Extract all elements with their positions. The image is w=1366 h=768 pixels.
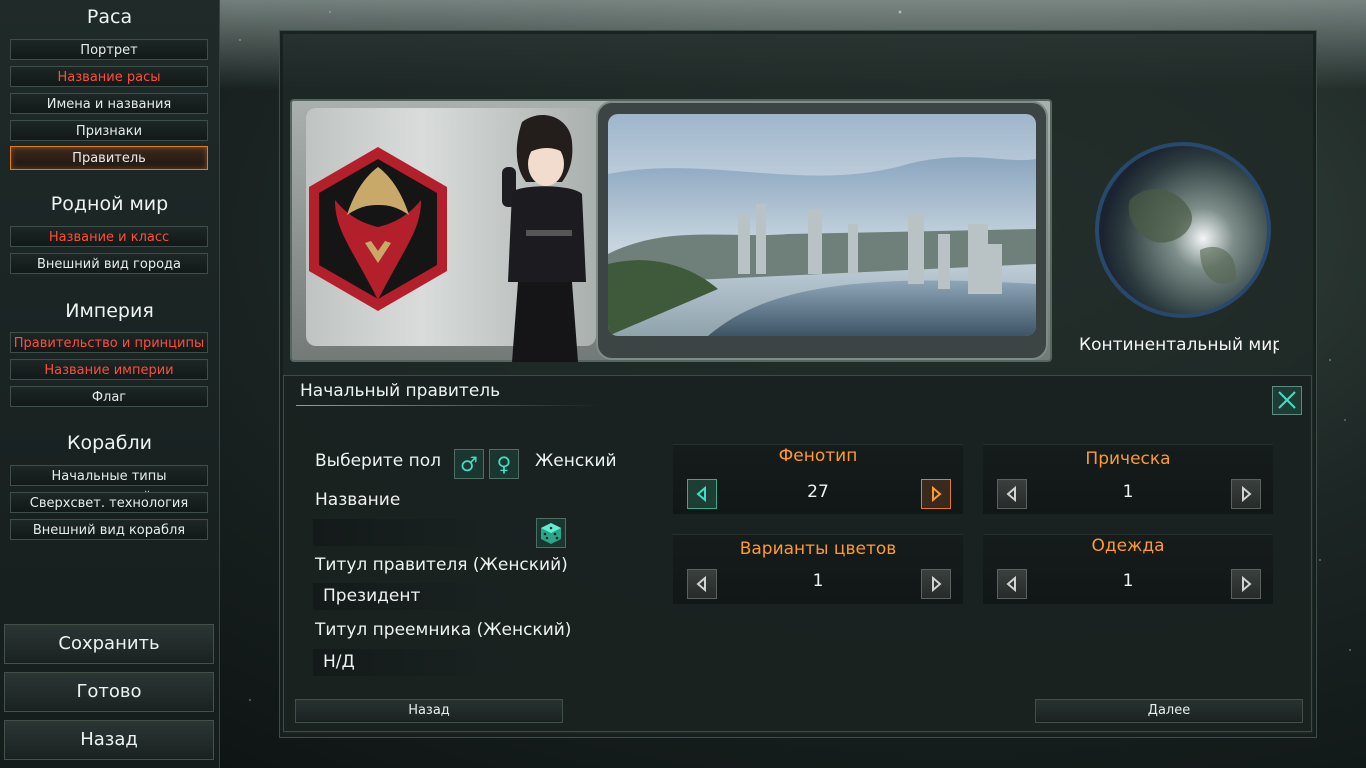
- color-variants-title: Варианты цветов: [739, 539, 897, 559]
- sidebar-item-weapons[interactable]: Начальные типы вооружений: [10, 465, 208, 505]
- phenotype-selector: Фенотип 27: [673, 444, 963, 514]
- hair-next-button[interactable]: [1231, 479, 1261, 509]
- phenotype-title: Фенотип: [778, 446, 858, 466]
- sidebar-item-names[interactable]: Имена и названия: [10, 93, 208, 114]
- sidebar-item-ruler[interactable]: Правитель: [10, 146, 208, 170]
- ruler-title-input[interactable]: Президент: [313, 583, 521, 610]
- ruler-name-input[interactable]: [313, 519, 521, 546]
- dialog-back-button[interactable]: Назад: [295, 699, 563, 723]
- section-title-empire: Империя: [65, 300, 154, 322]
- title-underline: [296, 405, 600, 406]
- color-variants-selector: Варианты цветов 1: [673, 534, 963, 604]
- save-button[interactable]: Сохранить: [4, 624, 214, 664]
- arrow-right-icon: [932, 575, 942, 593]
- sidebar: Раса Портрет Название расы Имена и назва…: [0, 0, 220, 768]
- female-icon[interactable]: ♀: [489, 449, 519, 479]
- ruler-title-label: Титул правителя (Женский): [315, 555, 568, 575]
- close-button[interactable]: [1272, 386, 1302, 415]
- arrow-right-icon: [932, 485, 942, 503]
- arrow-right-icon: [1242, 485, 1252, 503]
- sidebar-item-flag[interactable]: Флаг: [10, 386, 208, 407]
- sidebar-item-ftl[interactable]: Сверхсвет. технология: [10, 492, 208, 513]
- dice-icon: [541, 523, 561, 544]
- gender-value: Женский: [535, 451, 617, 471]
- heir-title-input[interactable]: Н/Д: [313, 649, 521, 676]
- clothes-selector: Одежда 1: [983, 534, 1273, 604]
- random-name-button[interactable]: [536, 518, 566, 548]
- hair-prev-button[interactable]: [997, 479, 1027, 509]
- gender-label: Выберите пол: [315, 451, 442, 471]
- phenotype-next-button[interactable]: [921, 479, 951, 509]
- dialog-next-button[interactable]: Далее: [1035, 699, 1303, 723]
- sidebar-item-portrait[interactable]: Портрет: [10, 39, 208, 60]
- color-variants-prev-button[interactable]: [687, 569, 717, 599]
- sidebar-item-traits[interactable]: Признаки: [10, 120, 208, 141]
- section-title-ships: Корабли: [66, 432, 153, 454]
- planet-icon: [1090, 140, 1276, 320]
- phenotype-prev-button[interactable]: [687, 479, 717, 509]
- city-preview-image: [608, 114, 1036, 336]
- male-icon[interactable]: ♂: [454, 449, 484, 479]
- empire-emblem-icon: [305, 145, 451, 313]
- sidebar-item-species-name[interactable]: Название расы: [10, 66, 208, 87]
- hair-selector: Прическа 1: [983, 444, 1273, 514]
- arrow-left-icon: [1006, 485, 1016, 503]
- sidebar-item-ship-appearance[interactable]: Внешний вид корабля: [10, 519, 208, 540]
- arrow-left-icon: [1006, 575, 1016, 593]
- sidebar-item-city-appearance[interactable]: Внешний вид города: [10, 253, 208, 274]
- arrow-left-icon: [696, 485, 706, 503]
- section-title-homeworld: Родной мир: [50, 193, 169, 215]
- done-button[interactable]: Готово: [4, 672, 214, 712]
- heir-title-label: Титул преемника (Женский): [315, 620, 572, 640]
- ruler-portrait: [482, 112, 602, 362]
- arrow-left-icon: [696, 575, 706, 593]
- clothes-prev-button[interactable]: [997, 569, 1027, 599]
- hair-title: Прическа: [1085, 449, 1171, 469]
- close-icon: [1278, 391, 1296, 409]
- name-label: Название: [315, 490, 401, 510]
- sidebar-item-government[interactable]: Правительство и принципы: [10, 332, 208, 353]
- section-title-race: Раса: [86, 6, 133, 28]
- sidebar-back-button[interactable]: Назад: [4, 720, 214, 760]
- clothes-title: Одежда: [1091, 536, 1165, 556]
- planet-class-label: Континентальный мир: [1079, 335, 1279, 355]
- color-variants-next-button[interactable]: [921, 569, 951, 599]
- dialog-title: Начальный правитель: [300, 381, 501, 401]
- clothes-next-button[interactable]: [1231, 569, 1261, 599]
- arrow-right-icon: [1242, 575, 1252, 593]
- sidebar-item-homeworld-name[interactable]: Название и класс: [10, 226, 208, 247]
- sidebar-item-empire-name[interactable]: Название империи: [10, 359, 208, 380]
